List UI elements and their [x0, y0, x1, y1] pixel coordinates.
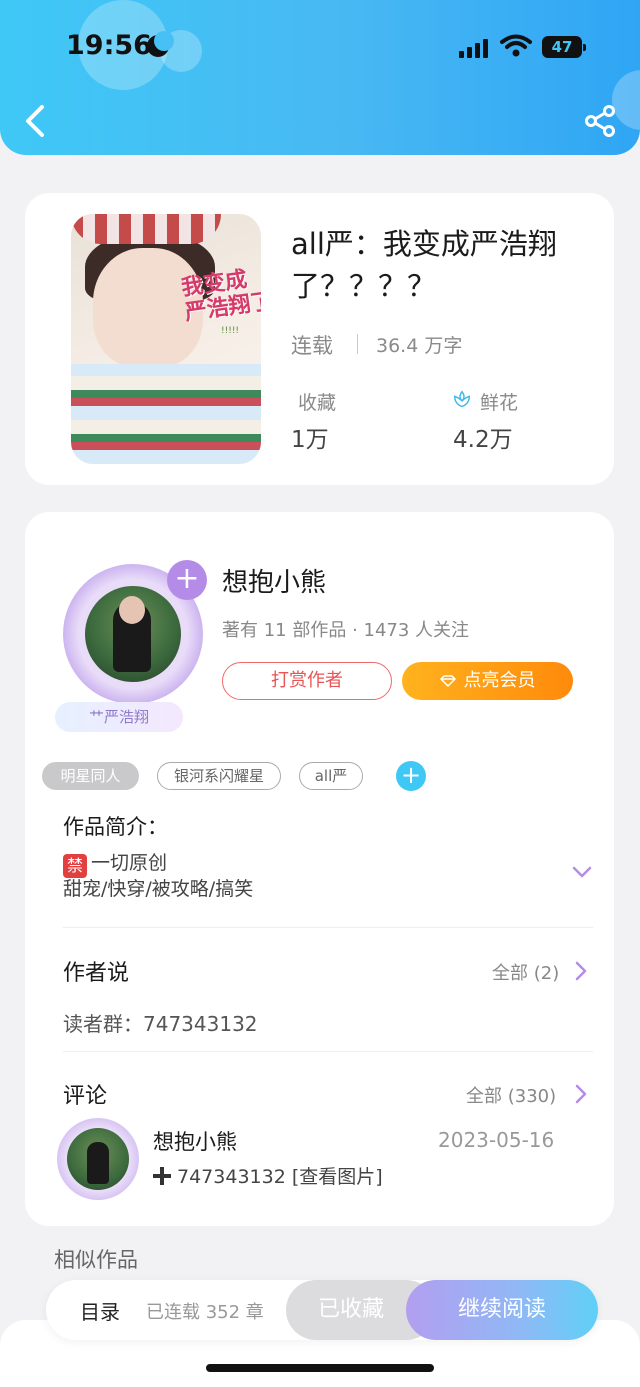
plus-icon: [153, 1167, 171, 1185]
author-detail-card: + 艹严浩翔 想抱小熊 著有 11 部作品 · 1473 人关注 打赏作者 点亮…: [25, 512, 614, 1226]
intro-line-2: 甜宠/快穿/被攻略/搞笑: [63, 878, 254, 900]
share-icon[interactable]: [584, 104, 616, 138]
chevron-right-icon[interactable]: [574, 1083, 588, 1105]
continue-reading-button[interactable]: 继续阅读: [406, 1280, 598, 1340]
similar-works-title: 相似作品: [54, 1248, 138, 1272]
commenter-avatar-person: [87, 1142, 109, 1184]
author-info: 著有 11 部作品 · 1473 人关注: [222, 620, 470, 641]
commenter-avatar-image: [67, 1128, 129, 1190]
cellular-signal-icon: [459, 38, 488, 58]
commenter-avatar[interactable]: [57, 1118, 139, 1200]
bottom-action-bar: 目录 已连载 352 章 已收藏 继续阅读: [46, 1280, 598, 1340]
status-time: 19:56: [66, 30, 152, 61]
cover-sweater: [71, 364, 261, 464]
avatar-head: [119, 596, 145, 624]
commenter-name[interactable]: 想抱小熊: [153, 1126, 237, 1156]
fan-badge: 艹严浩翔: [55, 702, 183, 732]
author-says-title: 作者说: [63, 961, 130, 986]
moon-icon: [147, 31, 174, 57]
flower-label: 鲜花: [480, 392, 519, 414]
divider: [357, 334, 358, 354]
book-status: 连载: [291, 334, 333, 358]
divider: [63, 927, 593, 928]
tag-item[interactable]: 明星同人: [42, 762, 139, 790]
vip-button[interactable]: 点亮会员: [402, 662, 573, 700]
author-avatar[interactable]: +: [55, 552, 215, 712]
fav-label: 收藏: [298, 392, 337, 414]
book-cover[interactable]: 我变成 严浩翔了 !!!!!: [71, 214, 261, 464]
cover-hat: [71, 214, 221, 244]
comment-text[interactable]: 747343132 [查看图片]: [153, 1162, 383, 1189]
word-count: 36.4 万字: [376, 335, 463, 357]
add-tag-button[interactable]: +: [396, 761, 426, 791]
follow-plus-button[interactable]: +: [167, 560, 207, 600]
top-header: 19:56 47: [0, 0, 640, 155]
intro-title: 作品简介：: [63, 815, 168, 839]
tag-item[interactable]: 银河系闪耀星: [157, 762, 281, 790]
chevron-right-icon[interactable]: [574, 960, 588, 982]
flower-icon: [453, 390, 471, 408]
divider: [63, 1051, 593, 1052]
author-says-content: 读者群：747343132: [63, 1012, 258, 1036]
book-info-card: 我变成 严浩翔了 !!!!! all严：我变成严浩翔了？？？？ 连载 36.4 …: [25, 193, 614, 485]
book-title: all严：我变成严浩翔了？？？？: [291, 227, 557, 303]
toc-button[interactable]: 目录: [80, 1296, 120, 1325]
vip-button-label: 点亮会员: [463, 670, 536, 691]
wifi-icon: [500, 34, 532, 57]
decorative-bubble: [612, 70, 640, 130]
author-name[interactable]: 想抱小熊: [222, 562, 326, 599]
chapter-count: 已连载 352 章: [146, 1302, 264, 1323]
tag-item[interactable]: all严: [299, 762, 363, 790]
diamond-icon: [439, 675, 456, 687]
comments-title: 评论: [63, 1084, 108, 1109]
battery-icon: 47: [542, 36, 586, 58]
chevron-down-icon[interactable]: [571, 864, 593, 880]
fav-value: 1万: [291, 427, 329, 453]
comment-text-content: 747343132 [查看图片]: [177, 1166, 383, 1188]
tip-author-button[interactable]: 打赏作者: [222, 662, 392, 700]
back-button[interactable]: [20, 103, 52, 139]
intro-line-1-text: 一切原创: [91, 852, 168, 874]
home-indicator: [206, 1364, 434, 1372]
comment-date: 2023-05-16: [438, 1128, 555, 1152]
flower-value: 4.2万: [453, 427, 513, 453]
cover-marks: !!!!!: [221, 326, 240, 336]
comments-more[interactable]: 全部 (330): [466, 1082, 556, 1108]
author-says-more[interactable]: 全部 (2): [492, 959, 559, 985]
avatar-image: [85, 586, 181, 682]
